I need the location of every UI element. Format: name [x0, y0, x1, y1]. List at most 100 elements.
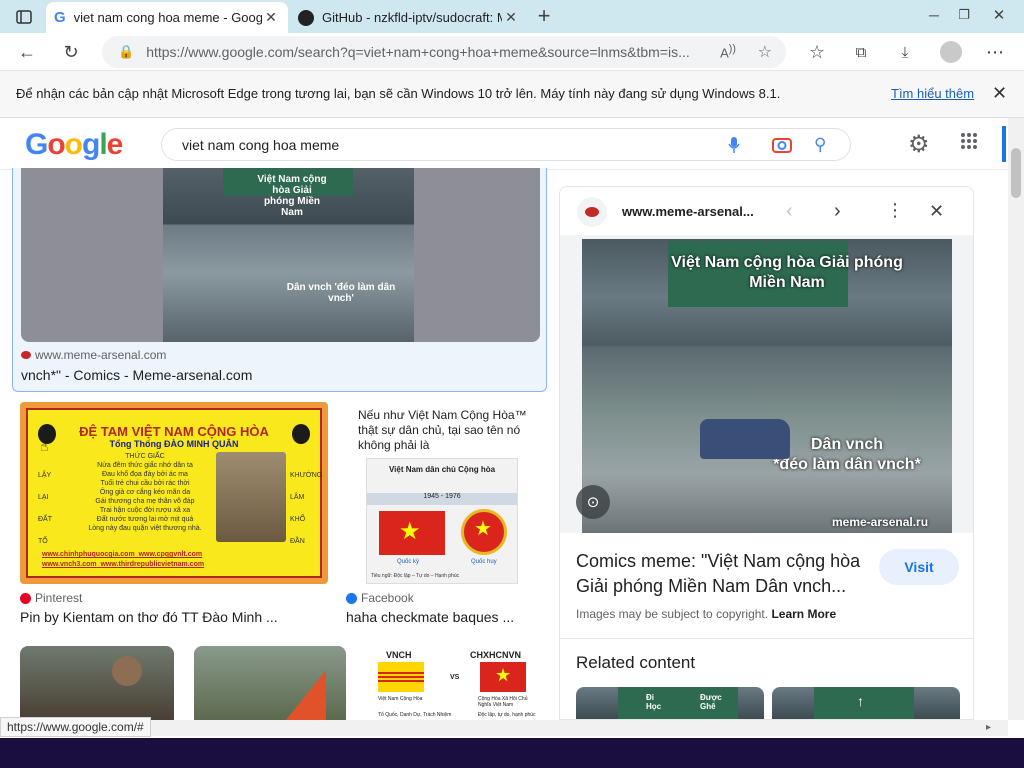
facebook-icon: [346, 592, 357, 604]
vnch-flag: [378, 662, 424, 692]
tab-google-search[interactable]: G viet nam cong hoa meme - Goog ✕: [46, 2, 288, 33]
site-favicon-icon: [577, 197, 607, 227]
visit-button[interactable]: Visit: [879, 549, 959, 585]
meme-image: Việt Nam cộng hòa Giải phóng Miền Nam Dâ…: [163, 168, 414, 342]
collections-icon[interactable]: ⧉: [848, 40, 874, 64]
result-source-pinterest[interactable]: Pinterest: [20, 591, 82, 605]
poem-line: Lòng này đau quặn việt thương nhà.: [88, 525, 202, 532]
result-thumbnail-vnch-vs[interactable]: VNCH CHXHCNVN VS ★ Việt Nam Cộng Hòa Cộn…: [366, 646, 540, 720]
voice-search-icon[interactable]: [728, 136, 740, 157]
crowd-photo: [112, 656, 142, 686]
tab-actions-icon[interactable]: [10, 6, 38, 28]
google-logo[interactable]: Google: [25, 128, 123, 162]
poster-links: www.chinhphuquocgia.com www.cpqgvnlt.com…: [42, 551, 205, 568]
status-bar-url: https://www.google.com/#: [0, 717, 151, 737]
more-menu-icon[interactable]: ⋯: [982, 40, 1008, 64]
portrait-photo: [216, 452, 286, 542]
previous-image-icon[interactable]: ‹: [786, 200, 793, 223]
back-icon[interactable]: ←: [14, 40, 40, 64]
chxh-flag: ★: [480, 662, 526, 692]
address-field[interactable]: 🔒 https://www.google.com/search?q=viet+n…: [102, 36, 786, 68]
result-title[interactable]: haha checkmate baques ...: [346, 609, 538, 625]
next-image-icon[interactable]: ›: [834, 200, 841, 223]
favorites-icon[interactable]: ☆: [804, 40, 830, 64]
update-notification-bar: Để nhận các bản cập nhật Microsoft Edge …: [0, 71, 1024, 118]
poem-line: Trai hận cuộc đời rượu xã xa: [99, 507, 191, 514]
poem-line: Nửa đêm thức giấc nhớ dân ta: [97, 462, 193, 469]
learn-more-link[interactable]: Tìm hiểu thêm: [891, 86, 974, 101]
result-source[interactable]: www.meme-arsenal.com: [21, 348, 166, 362]
meme-arsenal-favicon-icon: [21, 351, 31, 359]
result-thumbnail-soldiers[interactable]: [194, 646, 346, 720]
vs-label: VS: [450, 674, 460, 681]
related-thumbnail-2[interactable]: ↑: [772, 687, 960, 719]
restore-icon[interactable]: ❐: [950, 4, 978, 26]
result-thumbnail-facebook[interactable]: Nếu như Việt Nam Cộng Hòa™ thật sự dân c…: [346, 402, 538, 584]
scrollbar-thumb[interactable]: [1011, 148, 1021, 198]
page-vertical-scrollbar[interactable]: [1008, 118, 1024, 720]
account-edge-indicator: [1002, 126, 1006, 162]
right-seal-icon: [292, 424, 310, 444]
vnch-motto: Tổ Quốc, Danh Dự, Trách Nhiệm: [378, 712, 452, 718]
preview-image-area[interactable]: Việt Nam cộng hòa Giải phóng Miền Nam Dâ…: [560, 235, 973, 533]
new-tab-icon[interactable]: +: [532, 3, 556, 28]
result-source-facebook[interactable]: Facebook: [346, 591, 414, 605]
selected-result-card[interactable]: Việt Nam cộng hòa Giải phóng Miền Nam Dâ…: [12, 168, 547, 392]
related-sign-text: Đi Học: [646, 693, 662, 711]
close-notification-icon[interactable]: ✕: [992, 83, 1007, 104]
camera-search-icon[interactable]: [772, 136, 792, 157]
settings-gear-icon[interactable]: ⚙: [908, 130, 930, 159]
learn-more-link[interactable]: Learn More: [771, 607, 836, 621]
poster-image: ĐỆ TAM VIỆT NAM CỘNG HÒA Tổng Thống ĐÀO …: [26, 408, 322, 578]
vnch-subtitle: Việt Nam Cộng Hòa: [378, 696, 423, 702]
result-thumbnail[interactable]: Việt Nam cộng hòa Giải phóng Miền Nam Dâ…: [21, 168, 540, 342]
search-query[interactable]: viet nam cong hoa meme: [182, 137, 339, 153]
result-title[interactable]: vnch*" - Comics - Meme-arsenal.com: [21, 367, 252, 383]
meme-bottom-text: Dân vnch 'đéo làm dân vnch': [286, 282, 396, 304]
close-panel-icon[interactable]: ✕: [929, 201, 944, 222]
lens-search-icon[interactable]: ⊙: [576, 485, 610, 519]
google-header: Google viet nam cong hoa meme ⚲ ⚙: [0, 118, 1008, 170]
related-thumbnail-1[interactable]: Đi Học Được Ghê: [576, 687, 764, 719]
minimize-icon[interactable]: ─: [920, 4, 948, 26]
read-aloud-icon[interactable]: A)): [720, 43, 736, 60]
infobox-title: Việt Nam dân chủ Cộng hòa: [388, 465, 496, 474]
refresh-icon[interactable]: ↻: [58, 40, 84, 64]
related-content-heading: Related content: [576, 653, 696, 672]
poem-block: THỨC GIẤC Nửa đêm thức giấc nhớ dân ta Đ…: [80, 452, 210, 533]
car-shape: [700, 419, 790, 459]
meme-top-caption: Việt Nam cộng hòa Giải phóng Miền Nam: [671, 254, 903, 291]
mouse-cursor-icon: ☝: [40, 438, 49, 454]
flag-photo: [286, 670, 326, 720]
tab-title: GitHub - nzkfld-iptv/sudocraft: M: [322, 10, 502, 25]
poem-line: Đau khổ đọa đày bởi ác ma: [102, 471, 188, 478]
close-window-icon[interactable]: ✕: [985, 4, 1013, 26]
close-tab-icon[interactable]: ✕: [262, 9, 280, 26]
result-title[interactable]: Pin by Kientam on thơ đó TT Đào Minh ...: [20, 609, 328, 625]
page-horizontal-scrollbar[interactable]: ▸: [0, 720, 1008, 736]
panel-title[interactable]: Comics meme: "Việt Nam cộng hòa Giải phó…: [576, 549, 866, 599]
vietnam-flag: ★: [379, 511, 445, 555]
scroll-right-icon[interactable]: ▸: [986, 722, 991, 733]
profile-avatar-icon[interactable]: [938, 40, 964, 64]
favorite-star-icon[interactable]: ☆: [758, 42, 772, 62]
divider: [560, 638, 973, 639]
panel-site-name[interactable]: www.meme-arsenal...: [622, 204, 754, 219]
meme-top-text: Việt Nam cộng hòa Giải phóng Miền Nam: [257, 174, 327, 218]
poem-line: Đất nước tương lai mờ mịt quá: [96, 516, 194, 523]
downloads-icon[interactable]: ⤓: [892, 40, 918, 64]
result-thumbnail-crowd[interactable]: [20, 646, 174, 720]
poster-heading: ĐỆ TAM VIỆT NAM CỘNG HÒA: [79, 424, 269, 439]
more-options-icon[interactable]: ⋮: [886, 200, 904, 221]
pinterest-icon: [20, 592, 31, 604]
tab-github[interactable]: GitHub - nzkfld-iptv/sudocraft: M ✕: [290, 2, 528, 33]
address-text: https://www.google.com/search?q=viet+nam…: [146, 44, 690, 60]
search-icon[interactable]: ⚲: [814, 135, 826, 155]
vnch-label: VNCH: [386, 650, 412, 660]
result-thumbnail-pinterest[interactable]: ĐỆ TAM VIỆT NAM CỘNG HÒA Tổng Thống ĐÀO …: [20, 402, 328, 584]
github-favicon-icon: [298, 9, 314, 26]
apps-grid-icon[interactable]: [960, 132, 978, 155]
search-box[interactable]: viet nam cong hoa meme ⚲: [161, 128, 851, 161]
close-tab-icon[interactable]: ✕: [502, 9, 520, 26]
flag-label: Quốc kỳ: [397, 559, 420, 565]
